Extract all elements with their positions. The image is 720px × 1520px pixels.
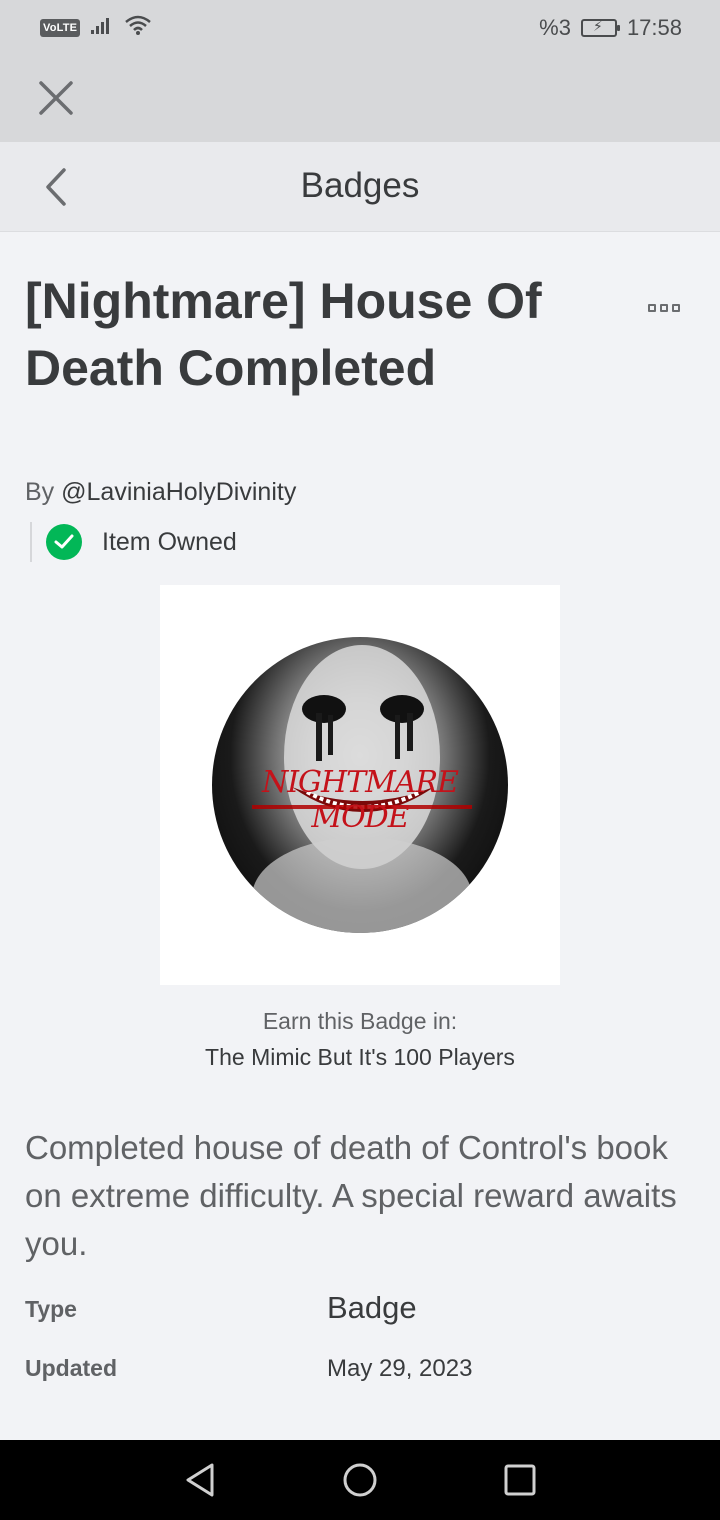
creator-line: By @LaviniaHolyDivinity [25, 478, 296, 507]
more-dot [672, 304, 680, 312]
circle-home-icon [343, 1463, 377, 1497]
more-dot [648, 304, 656, 312]
badge-description: Completed house of death of Control's bo… [25, 1129, 677, 1262]
earn-label: Earn this Badge in: [262, 1008, 458, 1034]
status-right: %3 ⚡ 17:58 [539, 15, 682, 41]
signal-icon [90, 15, 114, 41]
status-bar: VoLTE %3 ⚡ 17:58 [0, 0, 720, 56]
nav-recents-button[interactable] [500, 1460, 540, 1500]
system-nav-bar [0, 1440, 720, 1520]
game-link[interactable]: The Mimic But It's 100 Players [0, 1044, 720, 1071]
nav-home-button[interactable] [340, 1460, 380, 1500]
badge-image-text: NIGHTMARE MODE [261, 765, 459, 835]
close-button[interactable] [36, 78, 76, 118]
creator-prefix: By [25, 478, 55, 506]
updated-value: May 29, 2023 [327, 1355, 473, 1382]
detail-row-updated: Updated May 29, 2023 [25, 1353, 695, 1393]
square-recents-icon [504, 1464, 536, 1496]
battery-percent: %3 [539, 15, 571, 40]
updated-label: Updated [25, 1355, 117, 1381]
type-value: Badge [327, 1290, 417, 1325]
volte-icon: VoLTE [40, 19, 81, 37]
badge-image: NIGHTMARE MODE [212, 637, 508, 933]
type-label: Type [25, 1296, 77, 1322]
creator-link[interactable]: @LaviniaHolyDivinity [61, 478, 296, 506]
page-title: Badges [300, 166, 420, 205]
more-options-button[interactable] [648, 304, 680, 312]
battery-icon: ⚡ [580, 18, 620, 37]
close-icon [39, 81, 73, 115]
owned-label: Item Owned [102, 527, 237, 556]
detail-row-type: Type Badge [25, 1290, 695, 1330]
clock: 17:58 [626, 15, 682, 40]
nav-back-button[interactable] [180, 1460, 220, 1500]
wifi-icon [124, 14, 152, 42]
close-bar [0, 56, 720, 142]
more-dot [660, 304, 668, 312]
badge-title: [Nightmare] House Of Death Completed [25, 273, 542, 396]
page-header: Badges [0, 142, 720, 232]
status-left: VoLTE [40, 14, 152, 42]
triangle-back-icon [186, 1463, 214, 1497]
owned-status: Item Owned [30, 522, 237, 562]
checkmark-icon [46, 524, 82, 560]
badge-thumbnail: NIGHTMARE MODE [160, 585, 560, 985]
